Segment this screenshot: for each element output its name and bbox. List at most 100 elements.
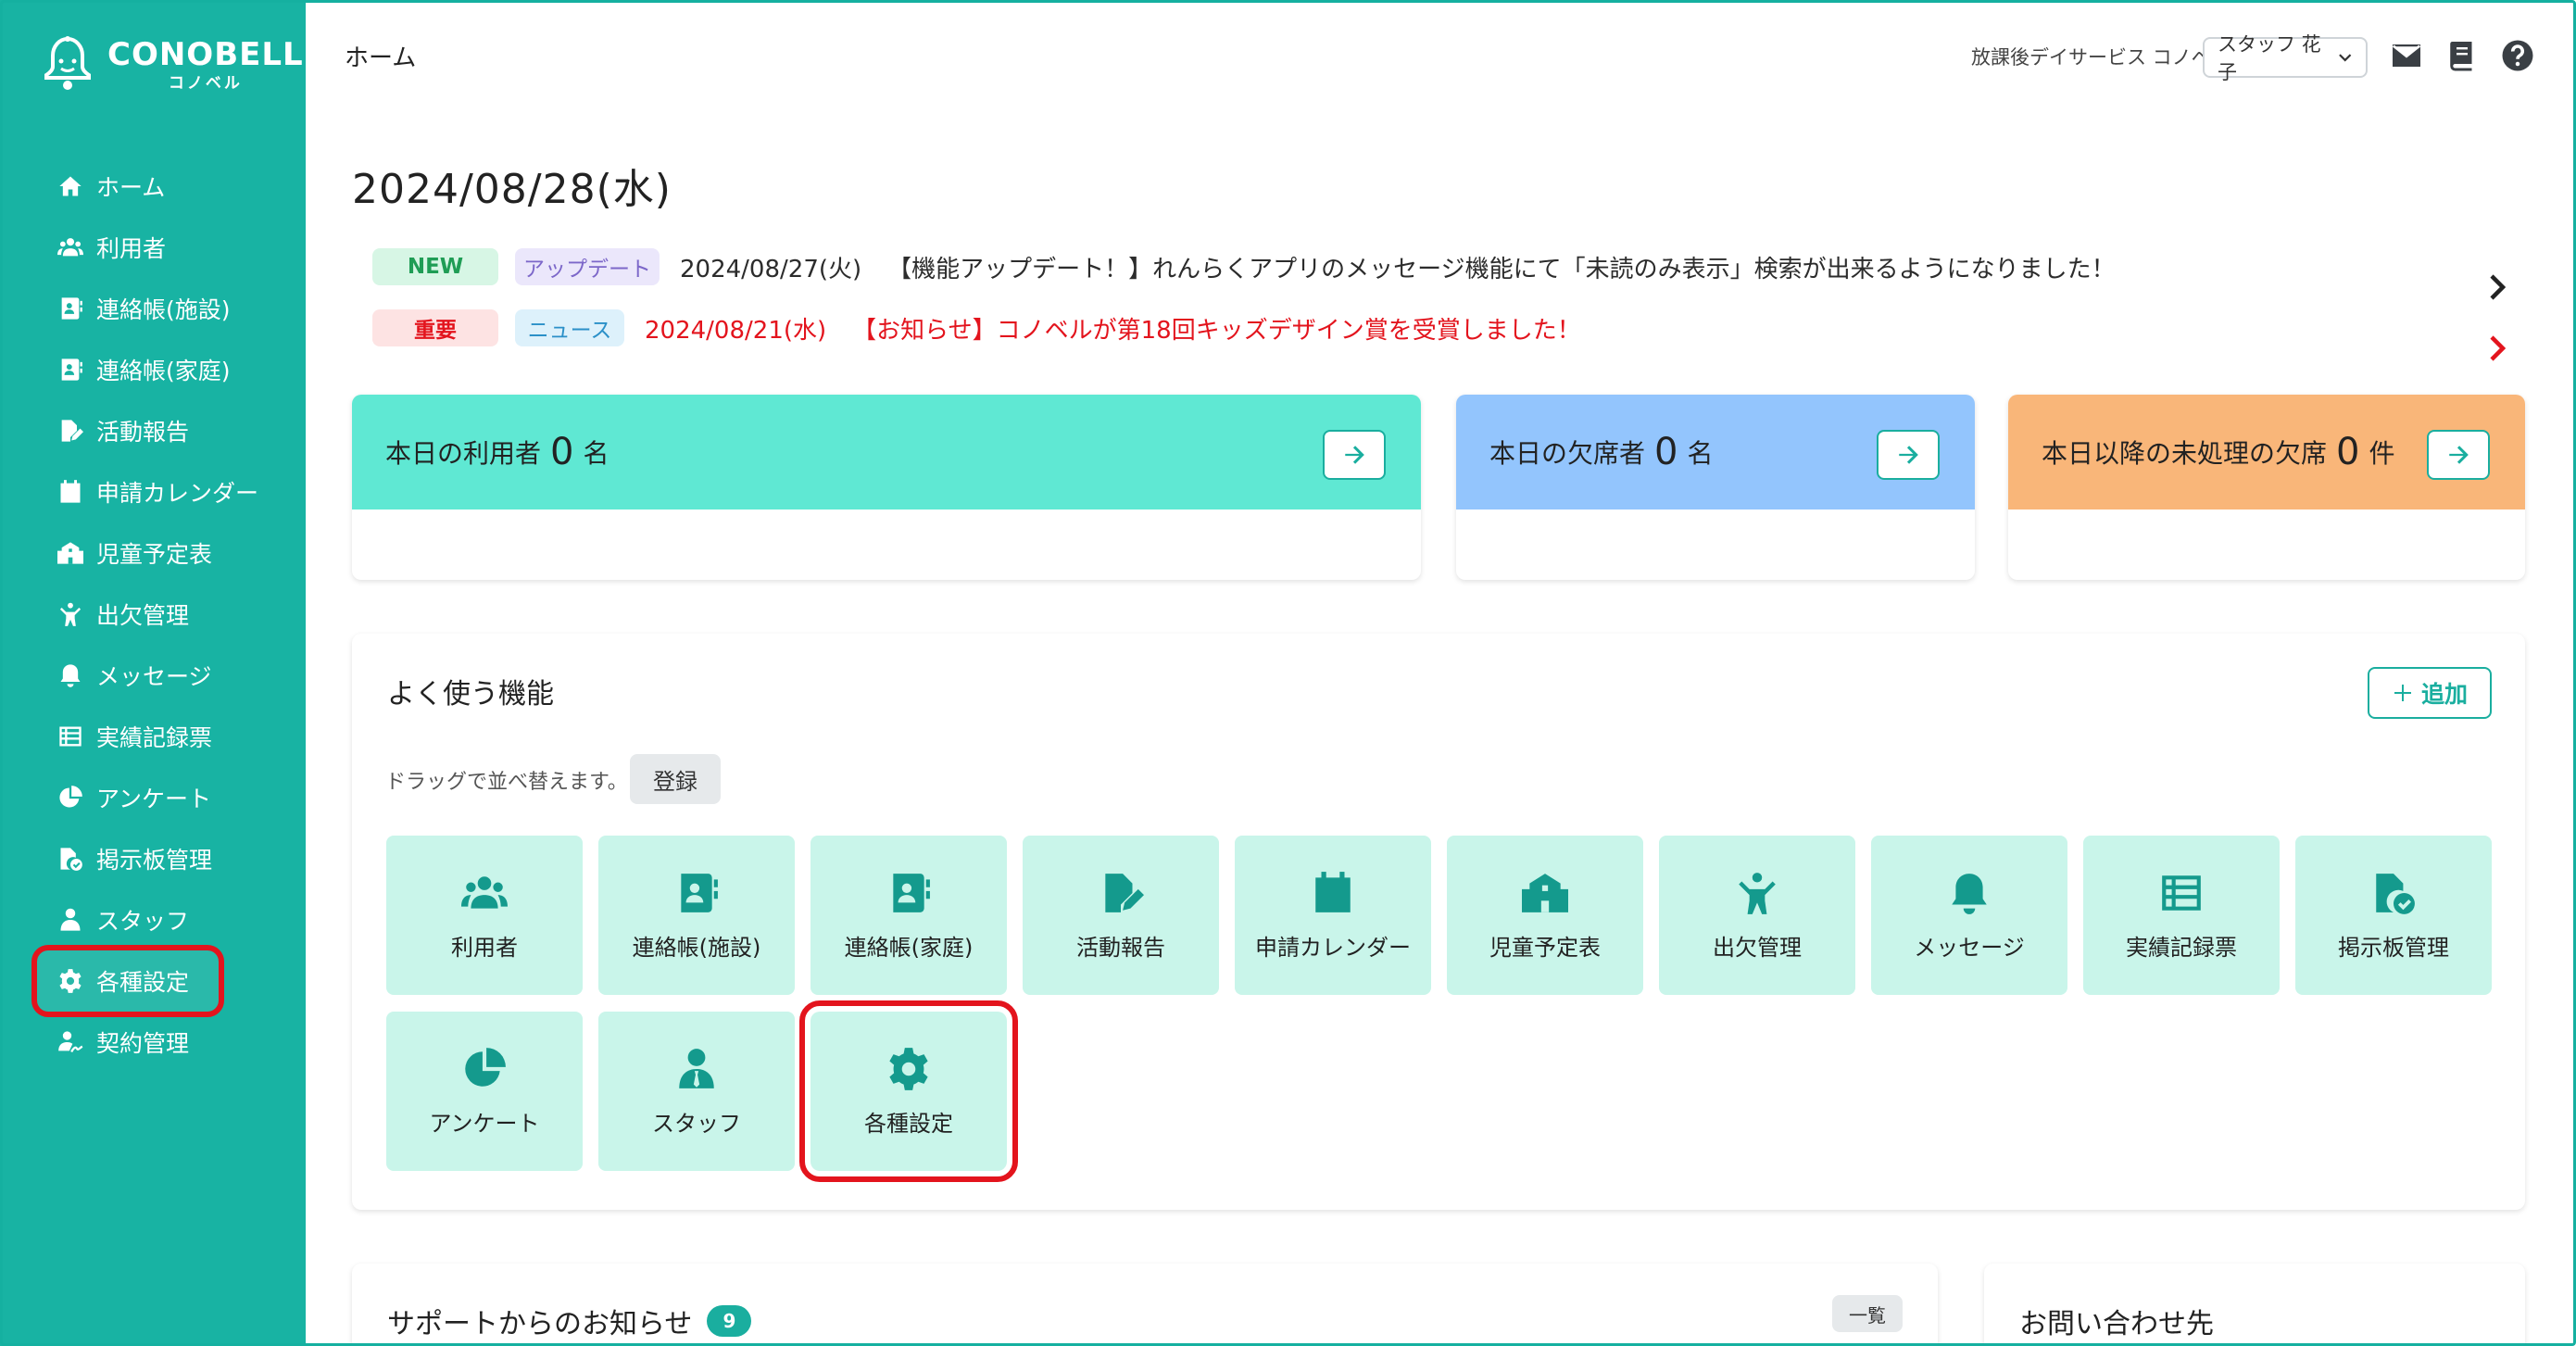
sidebar-item-users[interactable]: 利用者 <box>37 217 287 278</box>
drag-hint: ドラッグで並べ替えます。 <box>385 771 628 794</box>
news-text[interactable]: 【機能アップデート！】れんらくアプリのメッセージ機能にて「未読のみ表示」検索が出… <box>887 250 2115 284</box>
stat-card-today-users[interactable]: 本日の利用者 0 名 <box>352 395 1421 580</box>
sidebar-item-child-schedule[interactable]: 児童予定表 <box>37 522 287 584</box>
staff-name: スタッフ 花子 <box>2218 33 2321 83</box>
contact-book-icon <box>61 359 82 381</box>
tile-label: 連絡帳(家庭) <box>844 934 974 961</box>
tile-label: 活動報告 <box>1076 934 1165 961</box>
tile-label: 出欠管理 <box>1713 934 1802 961</box>
important-badge: 重要 <box>372 309 498 346</box>
person-icon <box>59 602 82 626</box>
users-icon <box>461 875 508 909</box>
plus-icon <box>2394 685 2411 701</box>
tile-label: スタッフ <box>652 1110 741 1137</box>
count-badge: 9 <box>707 1305 752 1337</box>
users-icon <box>57 238 83 257</box>
sidebar-item-settings[interactable]: 各種設定 <box>31 945 224 1017</box>
mail-icon <box>2392 44 2421 67</box>
add-label: 追加 <box>2420 681 2468 708</box>
news-date: 2024/08/21(水) <box>645 316 827 345</box>
tile-message[interactable]: メッセージ <box>1871 836 2067 995</box>
sidebar-item-home[interactable]: ホーム <box>37 156 287 217</box>
stat-card-today-absent[interactable]: 本日の欠席者 0 名 <box>1456 395 1975 580</box>
news-date: 2024/08/27(火) <box>680 255 862 283</box>
stat-unit: 件 <box>2369 438 2395 469</box>
brand-name: CONOBELL <box>107 35 304 73</box>
support-news-panel: サポートからのお知らせ 9 一覧 <box>352 1264 1938 1346</box>
breadcrumb[interactable]: ホーム <box>345 39 416 73</box>
tile-users[interactable]: 利用者 <box>386 836 583 995</box>
sidebar-item-label: 各種設定 <box>96 969 190 996</box>
tile-calendar[interactable]: 申請カレンダー <box>1235 836 1431 995</box>
tile-label: 連絡帳(施設) <box>632 934 761 961</box>
support-title-text: サポートからのお知らせ <box>387 1308 693 1340</box>
sidebar-item-contract[interactable]: 契約管理 <box>37 1012 287 1073</box>
sidebar-item-contact-facility[interactable]: 連絡帳(施設) <box>37 278 287 339</box>
add-button[interactable]: 追加 <box>2368 667 2492 719</box>
facility-name: 放課後デイサービス コノベル <box>1971 46 2230 69</box>
contact-book-icon <box>893 873 930 912</box>
tile-contact-home[interactable]: 連絡帳(家庭) <box>810 836 1007 995</box>
contract-icon <box>58 1031 83 1053</box>
sidebar-item-label: ホーム <box>96 174 166 201</box>
tile-record[interactable]: 実績記録票 <box>2083 836 2280 995</box>
manual-button[interactable] <box>2444 37 2481 74</box>
tile-staff[interactable]: スタッフ <box>598 1012 795 1171</box>
sidebar-item-label: 活動報告 <box>96 419 190 446</box>
open-button[interactable] <box>2427 430 2490 480</box>
sidebar-item-label: アンケート <box>96 786 212 812</box>
stat-card-pending-absent[interactable]: 本日以降の未処理の欠席 0 件 <box>2008 395 2525 580</box>
news-item[interactable]: 重要 ニュース 2024/08/21(水) 【お知らせ】コノベルが第18回キッズ… <box>372 308 1581 348</box>
brand-subname: コノベル <box>168 73 243 93</box>
file-check-icon <box>60 848 82 871</box>
news-item[interactable]: NEW アップデート 2024/08/27(火) 【機能アップデート！】れんらく… <box>372 246 2116 287</box>
sidebar-item-contact-home[interactable]: 連絡帳(家庭) <box>37 339 287 400</box>
open-button[interactable] <box>1323 430 1386 480</box>
book-icon <box>2450 42 2472 71</box>
tile-settings[interactable]: 各種設定 <box>799 1000 1018 1182</box>
current-date: 2024/08/28(水) <box>352 166 672 213</box>
chevron-right-icon[interactable] <box>2481 332 2514 365</box>
chevron-right-icon[interactable] <box>2481 270 2514 304</box>
arrow-right-icon <box>1345 446 1364 464</box>
news-text[interactable]: 【お知らせ】コノベルが第18回キッズデザイン賞を受賞しました！ <box>852 311 1581 346</box>
tile-attendance[interactable]: 出欠管理 <box>1659 836 1855 995</box>
tile-child-schedule[interactable]: 児童予定表 <box>1447 836 1643 995</box>
stat-header: 本日以降の未処理の欠席 0 件 <box>2008 395 2525 509</box>
sidebar: CONOBELL コノベル ホーム 利用者 連絡帳(施設) 連絡帳(家庭) 活動… <box>0 0 306 1346</box>
tile-activity-report[interactable]: 活動報告 <box>1023 836 1219 995</box>
staff-icon <box>679 1048 714 1088</box>
chevron-down-icon <box>2338 54 2351 62</box>
sidebar-item-message[interactable]: メッセージ <box>37 645 287 706</box>
sidebar-item-survey[interactable]: アンケート <box>37 767 287 828</box>
school-icon <box>1522 873 1568 912</box>
sidebar-item-label: 連絡帳(施設) <box>96 296 231 323</box>
sidebar-item-activity-report[interactable]: 活動報告 <box>37 400 287 461</box>
tile-contact-facility[interactable]: 連絡帳(施設) <box>598 836 795 995</box>
sidebar-item-attendance[interactable]: 出欠管理 <box>37 584 287 645</box>
sidebar-item-record[interactable]: 実績記録票 <box>37 706 287 767</box>
register-button[interactable]: 登録 <box>630 754 721 804</box>
staff-select[interactable]: スタッフ 花子 <box>2203 33 2368 83</box>
sidebar-item-calendar[interactable]: 申請カレンダー <box>37 461 287 522</box>
category-badge: ニュース <box>515 309 624 346</box>
tile-survey[interactable]: アンケート <box>386 1012 583 1171</box>
open-button[interactable] <box>1877 430 1940 480</box>
mail-button[interactable] <box>2388 37 2425 74</box>
tile-label: 利用者 <box>451 934 518 961</box>
help-button[interactable] <box>2499 37 2536 74</box>
view-all-button[interactable]: 一覧 <box>1832 1295 1903 1332</box>
person-icon <box>1739 872 1776 914</box>
sidebar-item-board[interactable]: 掲示板管理 <box>37 828 287 889</box>
sidebar-item-label: 掲示板管理 <box>96 847 213 874</box>
stat-header: 本日の利用者 0 名 <box>352 395 1421 509</box>
contact-title: お問い合わせ先 <box>2019 1308 2214 1340</box>
sidebar-item-staff[interactable]: スタッフ <box>37 889 287 950</box>
pie-chart-icon <box>59 786 82 808</box>
sidebar-item-label: 契約管理 <box>96 1030 190 1057</box>
school-icon <box>57 542 83 564</box>
sidebar-item-label: 連絡帳(家庭) <box>96 358 231 384</box>
arrow-right-icon <box>1899 446 1918 464</box>
tile-board[interactable]: 掲示板管理 <box>2295 836 2492 995</box>
brand-logo[interactable]: CONOBELL コノベル <box>41 35 304 94</box>
